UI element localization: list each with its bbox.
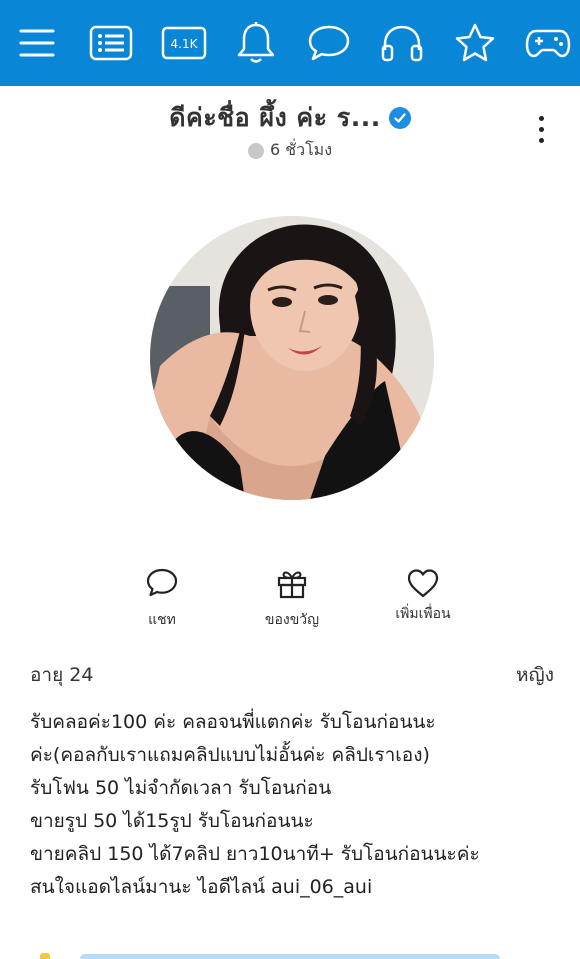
online-status-dot [247,142,264,159]
gift-button[interactable]: ของขวัญ [237,565,347,631]
list-icon[interactable] [87,18,135,68]
add-friend-button[interactable]: เพิ่มเพื่อน [368,565,478,625]
resolution-icon[interactable]: 4.1K [160,18,208,68]
bell-icon[interactable] [232,18,280,68]
age-text: อายุ 24 [30,664,94,686]
partial-icon [40,953,50,959]
chat-icon [107,565,217,601]
gender-text: หญิง [516,664,554,686]
more-options-button[interactable] [528,110,554,148]
bio-line: รับโฟน 50 ไม่จำกัดเวลา รับโอนก่อน [30,777,332,799]
last-seen-text: 6 ชั่วโมง [269,140,333,159]
gift-icon [237,565,347,601]
bio-line: สนใจแอดไลน์มานะ ไอดีไลน์ aui_06_aui [30,876,373,898]
add-friend-label: เพิ่มเพื่อน [395,606,451,622]
profile-bio: รับคลอค่ะ100 ค่ะ คลอจนพี่แตกค่ะ รับโอนก่… [30,706,560,904]
gamepad-icon[interactable] [524,18,572,68]
verified-badge-icon [388,107,411,129]
resolution-label: 4.1K [171,37,199,51]
bio-line: ขายคลิป 150 ได้7คลิป ยาว10นาที+ รับโอนก่… [30,843,480,865]
gift-label: ของขวัญ [264,612,320,628]
bio-line: ขายรูป 50 ได้15รูป รับโอนก่อนนะ [30,810,314,832]
bio-line: ค่ะ(คอลกับเราแถมคลิปแบบไม่อั้นค่ะ คลิปเร… [30,744,430,766]
chat-bubble-icon[interactable] [305,18,353,68]
menu-icon[interactable] [13,18,61,68]
heart-icon [368,565,478,601]
bio-line: รับคลอค่ะ100 ค่ะ คลอจนพี่แตกค่ะ รับโอนก่… [30,711,436,733]
profile-name: ดีค่ะชื่อ ผึ้ง ค่ะ ร... [169,103,381,132]
profile-header: ดีค่ะชื่อ ผึ้ง ค่ะ ร... 6 ชั่วโมง [0,100,580,163]
more-dot-icon [538,126,544,132]
headphones-icon[interactable] [378,18,426,68]
more-dot-icon [538,115,544,121]
star-icon[interactable] [451,18,499,68]
chat-label: แชท [148,612,176,628]
chat-button[interactable]: แชท [107,565,217,631]
more-dot-icon [538,137,544,143]
partial-bar [80,954,500,959]
profile-info-row: อายุ 24 หญิง [30,660,554,690]
top-navigation-bar: 4.1K [0,0,580,86]
profile-avatar[interactable] [150,216,434,500]
profile-actions: แชท ของขวัญ เพิ่มเพื่อน [0,565,580,635]
